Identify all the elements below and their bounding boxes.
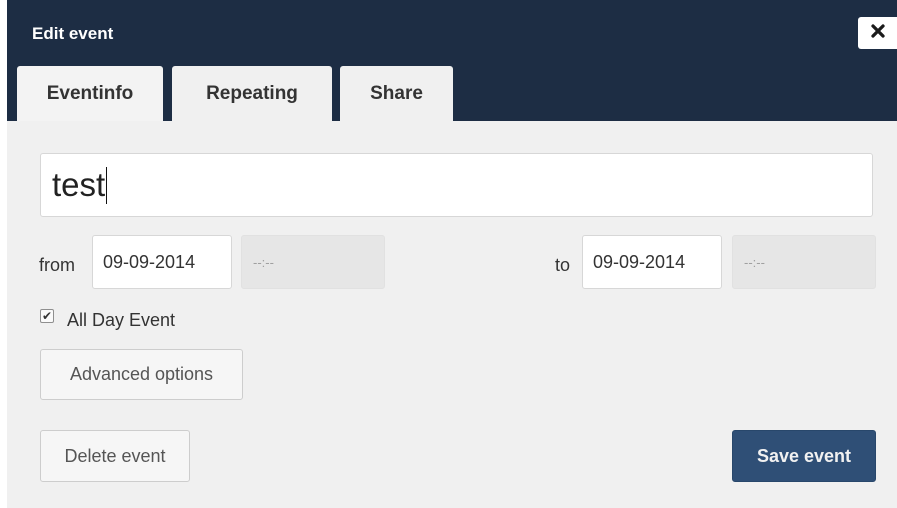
to-time-input[interactable]: --:-- bbox=[732, 235, 876, 289]
to-label: to bbox=[555, 255, 571, 275]
close-icon bbox=[870, 23, 886, 44]
dialog-header: Edit event Eventinfo Repeating Share bbox=[7, 0, 897, 121]
from-date-input[interactable]: 09-09-2014 bbox=[92, 235, 232, 289]
all-day-checkbox[interactable]: ✔ bbox=[40, 309, 54, 323]
text-caret bbox=[106, 166, 108, 204]
close-button[interactable] bbox=[858, 17, 897, 49]
edit-event-dialog: Edit event Eventinfo Repeating Share tes… bbox=[7, 0, 897, 508]
to-date-input[interactable]: 09-09-2014 bbox=[582, 235, 722, 289]
advanced-options-button[interactable]: Advanced options bbox=[40, 349, 243, 400]
tab-share[interactable]: Share bbox=[340, 66, 453, 121]
event-title-input[interactable]: test bbox=[40, 153, 873, 217]
save-event-button[interactable]: Save event bbox=[732, 430, 876, 482]
from-time-input[interactable]: --:-- bbox=[241, 235, 385, 289]
all-day-label: All Day Event bbox=[67, 310, 176, 330]
tab-repeating[interactable]: Repeating bbox=[172, 66, 332, 121]
from-label: from bbox=[39, 255, 75, 275]
event-title-value: test bbox=[52, 166, 106, 203]
tab-eventinfo[interactable]: Eventinfo bbox=[17, 66, 163, 121]
dialog-title: Edit event bbox=[32, 24, 114, 43]
delete-event-button[interactable]: Delete event bbox=[40, 430, 190, 482]
